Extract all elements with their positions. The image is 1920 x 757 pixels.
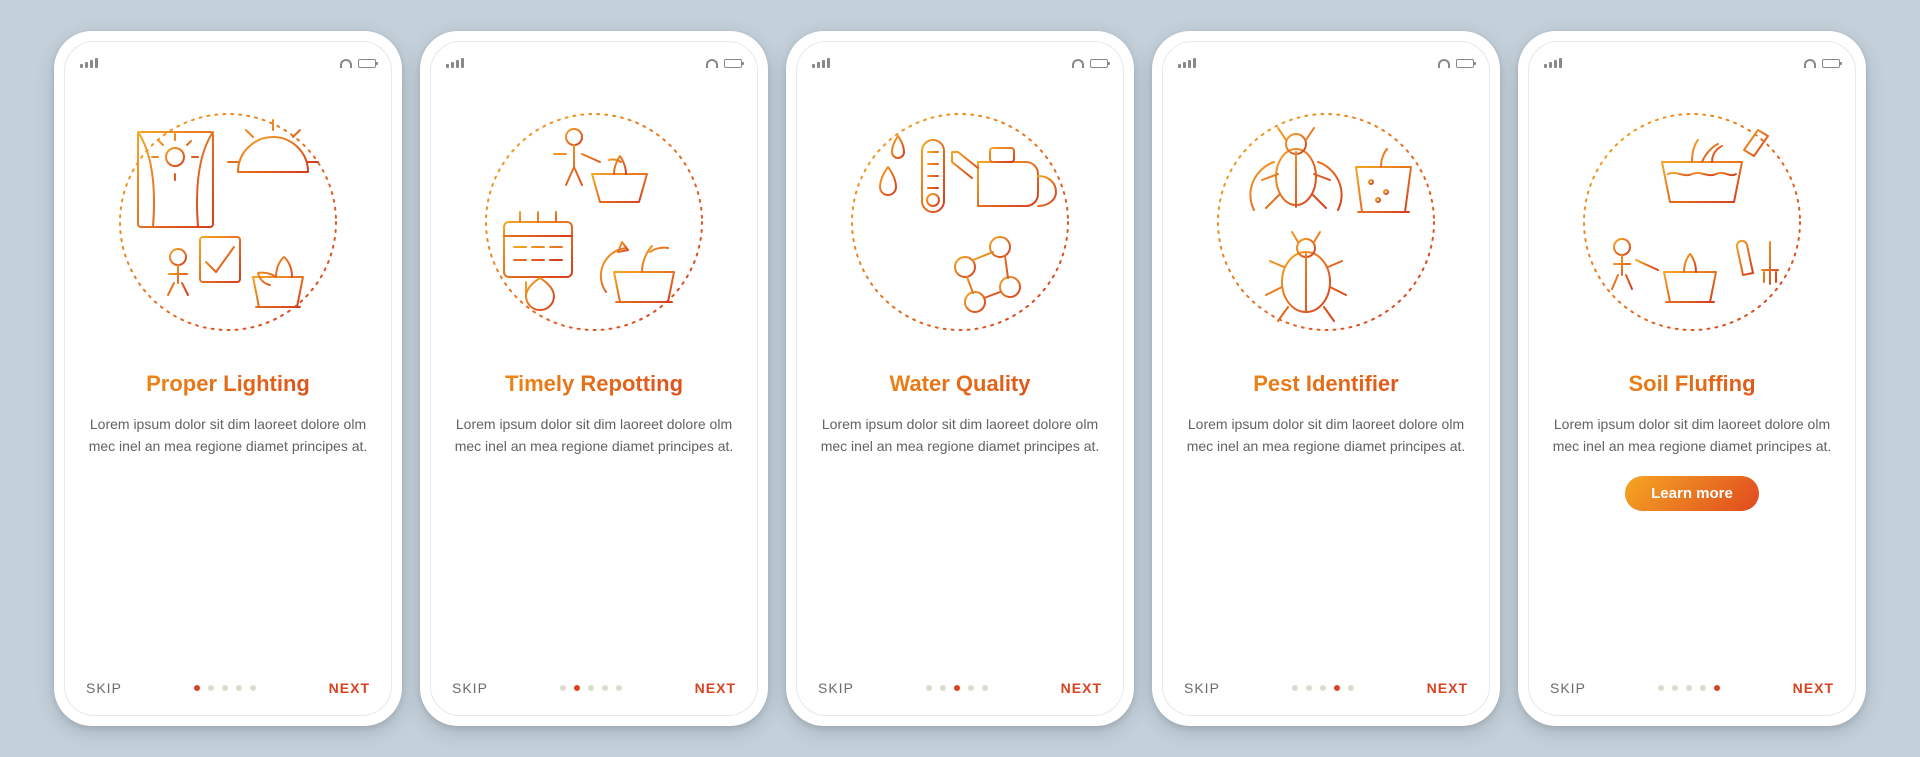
- skip-button[interactable]: SKIP: [1184, 680, 1220, 696]
- screen-title: Water Quality: [812, 371, 1108, 397]
- onboarding-screen-3: Water Quality Lorem ipsum dolor sit dim …: [786, 31, 1134, 726]
- learn-more-button[interactable]: Learn more: [1625, 476, 1759, 511]
- next-button[interactable]: NEXT: [1793, 680, 1834, 696]
- onboarding-footer: SKIP NEXT: [446, 680, 742, 696]
- screen-description: Lorem ipsum dolor sit dim laoreet dolore…: [812, 413, 1108, 458]
- screen-title: Soil Fluffing: [1544, 371, 1840, 397]
- onboarding-footer: SKIP NEXT: [80, 680, 376, 696]
- skip-button[interactable]: SKIP: [1550, 680, 1586, 696]
- wifi-icon: [1804, 59, 1816, 68]
- wifi-icon: [1072, 59, 1084, 68]
- skip-button[interactable]: SKIP: [86, 680, 122, 696]
- skip-button[interactable]: SKIP: [818, 680, 854, 696]
- screen-description: Lorem ipsum dolor sit dim laoreet dolore…: [446, 413, 742, 458]
- next-button[interactable]: NEXT: [1427, 680, 1468, 696]
- onboarding-footer: SKIP NEXT: [1544, 680, 1840, 696]
- status-bar: [446, 57, 742, 69]
- pagination-dots: [926, 685, 988, 691]
- status-bar: [812, 57, 1108, 69]
- battery-icon: [724, 59, 742, 68]
- signal-icon: [1544, 58, 1562, 68]
- next-button[interactable]: NEXT: [329, 680, 370, 696]
- signal-icon: [1178, 58, 1196, 68]
- soil-icon: [1544, 87, 1840, 357]
- onboarding-screen-2: Timely Repotting Lorem ipsum dolor sit d…: [420, 31, 768, 726]
- status-bar: [1178, 57, 1474, 69]
- screen-title: Pest Identifier: [1178, 371, 1474, 397]
- screen-title: Timely Repotting: [446, 371, 742, 397]
- lighting-icon: [80, 87, 376, 357]
- onboarding-screen-1: Proper Lighting Lorem ipsum dolor sit di…: [54, 31, 402, 726]
- wifi-icon: [706, 59, 718, 68]
- pagination-dots: [194, 685, 256, 691]
- next-button[interactable]: NEXT: [1061, 680, 1102, 696]
- battery-icon: [358, 59, 376, 68]
- onboarding-screen-4: Pest Identifier Lorem ipsum dolor sit di…: [1152, 31, 1500, 726]
- onboarding-screen-5: Soil Fluffing Lorem ipsum dolor sit dim …: [1518, 31, 1866, 726]
- pagination-dots: [1658, 685, 1720, 691]
- signal-icon: [80, 58, 98, 68]
- screen-description: Lorem ipsum dolor sit dim laoreet dolore…: [1544, 413, 1840, 458]
- battery-icon: [1822, 59, 1840, 68]
- wifi-icon: [1438, 59, 1450, 68]
- battery-icon: [1090, 59, 1108, 68]
- onboarding-footer: SKIP NEXT: [1178, 680, 1474, 696]
- signal-icon: [446, 58, 464, 68]
- signal-icon: [812, 58, 830, 68]
- water-icon: [812, 87, 1108, 357]
- battery-icon: [1456, 59, 1474, 68]
- screen-title: Proper Lighting: [80, 371, 376, 397]
- repotting-icon: [446, 87, 742, 357]
- skip-button[interactable]: SKIP: [452, 680, 488, 696]
- pagination-dots: [1292, 685, 1354, 691]
- status-bar: [1544, 57, 1840, 69]
- pagination-dots: [560, 685, 622, 691]
- screen-description: Lorem ipsum dolor sit dim laoreet dolore…: [80, 413, 376, 458]
- pest-icon: [1178, 87, 1474, 357]
- wifi-icon: [340, 59, 352, 68]
- next-button[interactable]: NEXT: [695, 680, 736, 696]
- screen-description: Lorem ipsum dolor sit dim laoreet dolore…: [1178, 413, 1474, 458]
- status-bar: [80, 57, 376, 69]
- onboarding-footer: SKIP NEXT: [812, 680, 1108, 696]
